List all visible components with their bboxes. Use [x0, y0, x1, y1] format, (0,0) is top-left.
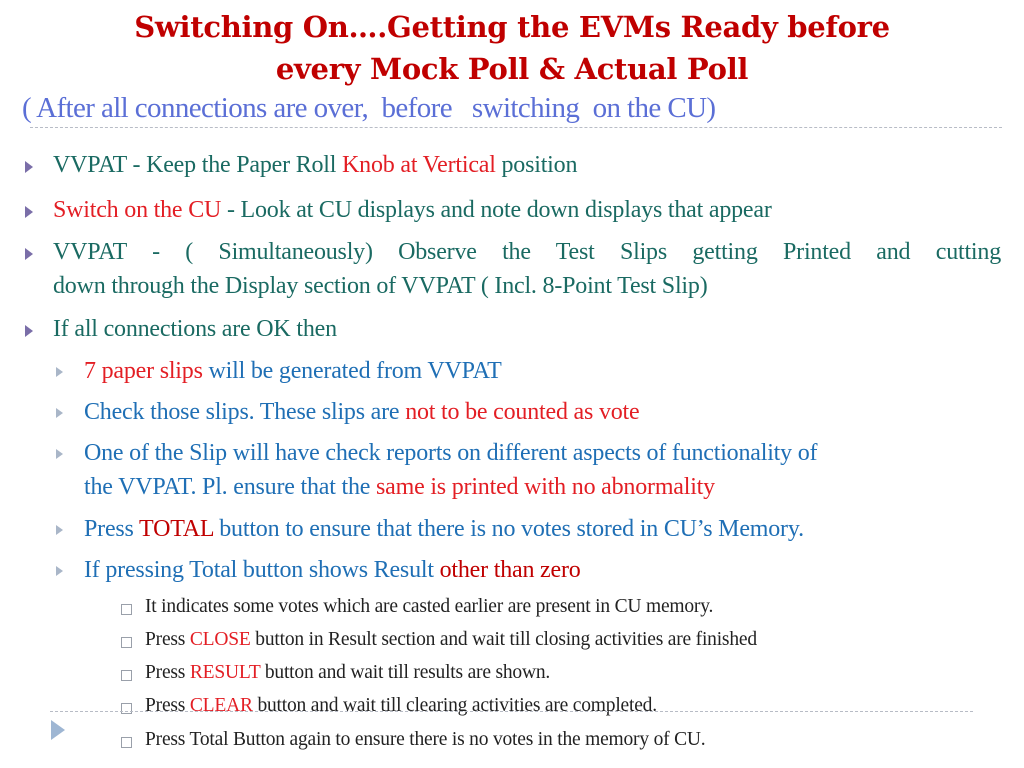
sub-bullet-result-other-than-zero: If pressing Total button shows Result ot… [84, 557, 581, 583]
bullet-arrow-icon [25, 161, 33, 173]
sub-bullet-paper-slips: 7 paper slips will be generated from VVP… [84, 358, 502, 384]
bullet-arrow-icon [25, 206, 33, 218]
sub-bullet-arrow-icon [56, 408, 63, 418]
sub-bullet-check-reports-line1: One of the Slip will have check reports … [84, 440, 818, 466]
step-votes-present: It indicates some votes which are casted… [145, 596, 714, 617]
square-bullet-icon [121, 604, 132, 615]
bullet-vvpat-test-slips-line2: down through the Display section of VVPA… [53, 273, 708, 299]
sub-bullet-check-slips: Check those slips. These slips are not t… [84, 399, 640, 425]
step-press-clear: Press CLEAR button and wait till clearin… [145, 695, 657, 716]
slide-nav-arrow-icon [51, 720, 65, 740]
sub-bullet-arrow-icon [56, 525, 63, 535]
bullet-arrow-icon [25, 325, 33, 337]
sub-bullet-arrow-icon [56, 566, 63, 576]
step-press-close: Press CLOSE button in Result section and… [145, 629, 757, 650]
bullet-connections-ok: If all connections are OK then [53, 316, 337, 342]
slide-subtitle: ( After all connections are over, before… [22, 92, 716, 124]
bullet-arrow-icon [25, 248, 33, 260]
divider-top [30, 127, 1002, 128]
step-press-result: Press RESULT button and wait till result… [145, 662, 551, 683]
sub-bullet-arrow-icon [56, 449, 63, 459]
bullet-vvpat-test-slips-line1: VVPAT - ( Simultaneously) Observe the Te… [53, 239, 1001, 265]
divider-bottom [50, 711, 973, 712]
slide-title-line-1: Switching On….Getting the EVMs Ready bef… [134, 10, 890, 44]
sub-bullet-arrow-icon [56, 367, 63, 377]
step-press-total-again: Press Total Button again to ensure there… [145, 729, 706, 750]
bullet-vvpat-knob: VVPAT - Keep the Paper Roll Knob at Vert… [53, 152, 578, 178]
square-bullet-icon [121, 670, 132, 681]
square-bullet-icon [121, 703, 132, 714]
square-bullet-icon [121, 737, 132, 748]
slide-title-line-2: every Mock Poll & Actual Poll [275, 52, 749, 86]
sub-bullet-check-reports-line2: the VVPAT. Pl. ensure that the same is p… [84, 474, 715, 500]
square-bullet-icon [121, 637, 132, 648]
sub-bullet-press-total: Press TOTAL button to ensure that there … [84, 516, 804, 542]
bullet-switch-on-cu: Switch on the CU - Look at CU displays a… [53, 197, 772, 223]
